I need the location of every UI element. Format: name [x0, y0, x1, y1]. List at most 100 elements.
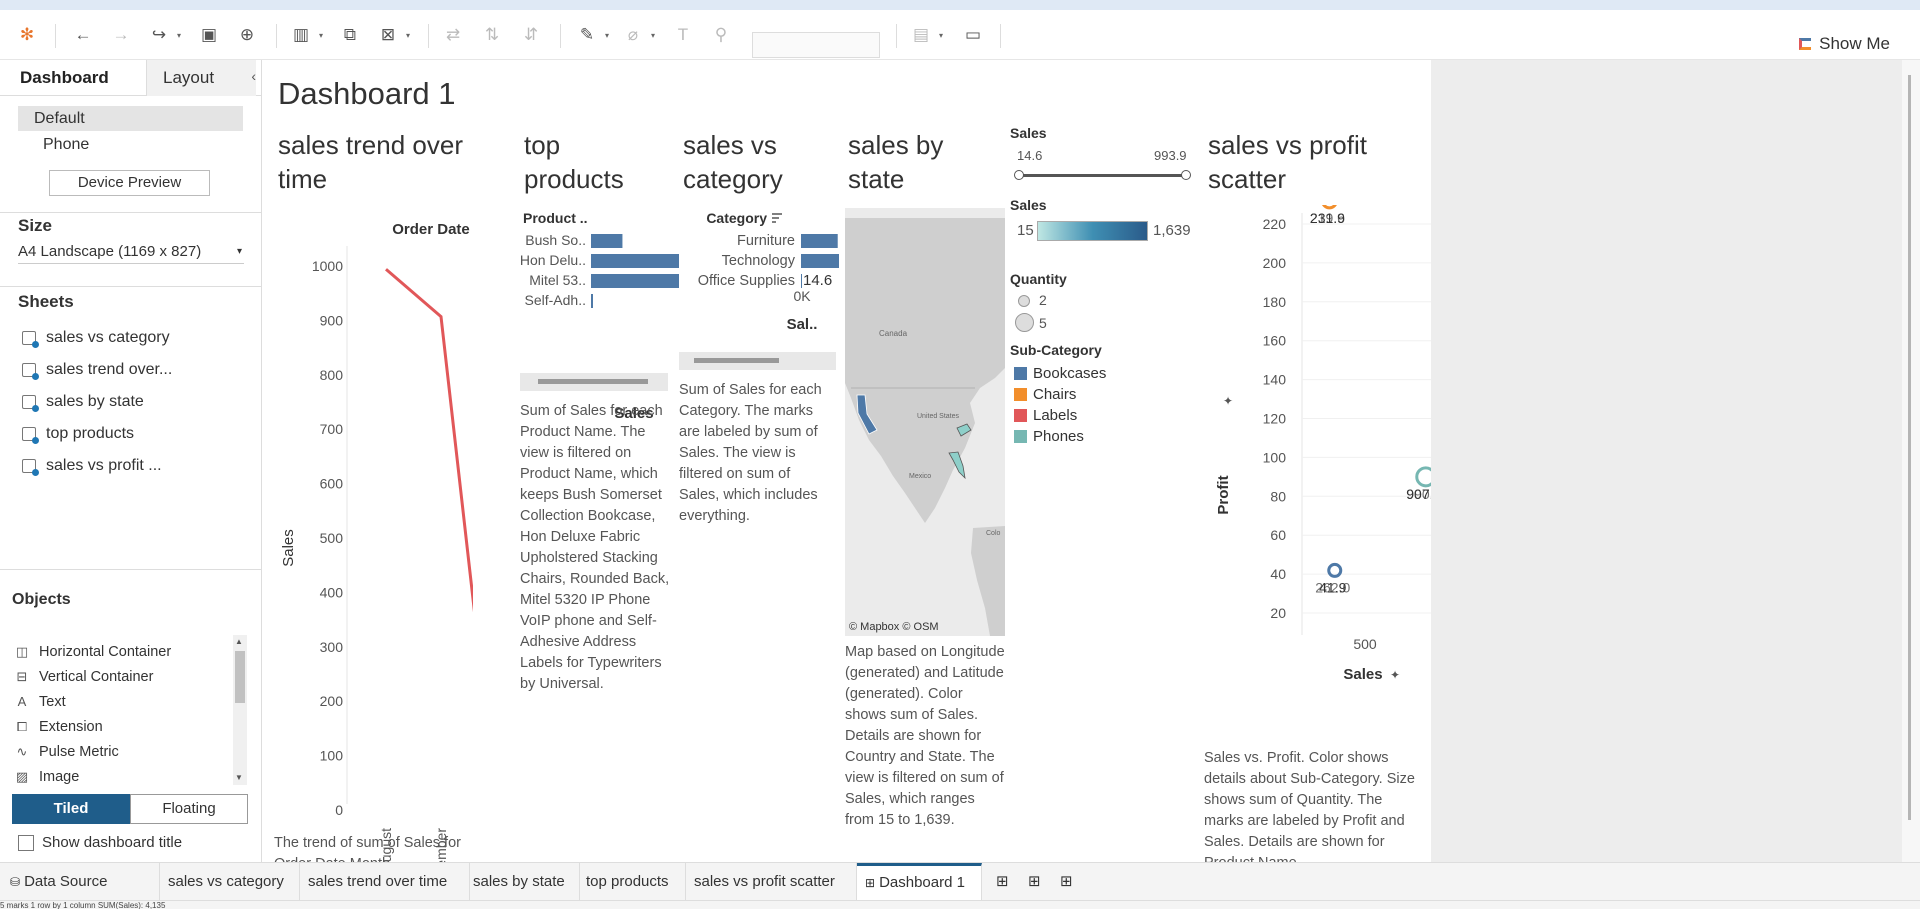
trend-header: Order Date: [392, 221, 470, 238]
top-products-chart[interactable]: Product .. Bush So.. Hon Delu.. Mitel 53..…: [519, 205, 679, 425]
category-scrollbar[interactable]: [679, 352, 836, 370]
tab-layout[interactable]: Layout: [146, 60, 256, 96]
group-members-icon[interactable]: ⌀ ▾: [620, 22, 655, 48]
sort-icon[interactable]: [772, 213, 782, 223]
show-me-button[interactable]: Show Me: [1799, 34, 1890, 54]
data-label: 14.6: [803, 272, 832, 289]
scrollbar-thumb[interactable]: [1908, 75, 1911, 820]
top-products-scrollbar[interactable]: [520, 373, 668, 391]
replay-icon[interactable]: ↪ ▾: [146, 22, 181, 48]
tab-data-source[interactable]: ⛁ Data Source: [0, 863, 160, 901]
tab-dashboard[interactable]: Dashboard: [20, 60, 109, 96]
show-mark-labels-icon[interactable]: T: [670, 22, 696, 48]
highlight-icon[interactable]: ✎ ▾: [574, 22, 609, 48]
collapse-sidebar-icon[interactable]: ‹: [251, 68, 256, 84]
new-dashboard-tab-icon[interactable]: ⊞: [1020, 863, 1050, 901]
bar[interactable]: [801, 254, 839, 268]
new-worksheet-icon[interactable]: ▥ ▾: [288, 22, 323, 48]
slider-handle-max[interactable]: [1181, 170, 1191, 180]
sales-filter-min: 14.6: [1017, 148, 1043, 163]
size-legend-circle-large[interactable]: [1015, 313, 1034, 332]
size-legend-circle-small[interactable]: [1018, 295, 1030, 307]
sheet-item[interactable]: sales by state: [22, 389, 144, 415]
legend-swatch[interactable]: [1014, 409, 1027, 422]
fit-select[interactable]: [752, 32, 880, 58]
undo-icon[interactable]: ←: [70, 22, 96, 48]
device-phone[interactable]: Phone: [18, 132, 243, 157]
tiled-button[interactable]: Tiled: [12, 794, 130, 824]
size-select[interactable]: A4 Landscape (1169 x 827) ▾: [18, 240, 244, 264]
tick-label: 220: [1263, 216, 1287, 232]
sales-range-slider[interactable]: [1019, 174, 1185, 177]
clear-sheet-icon[interactable]: ⊠ ▾: [375, 22, 410, 48]
sheet-item[interactable]: sales trend over...: [22, 357, 172, 383]
sheet-item[interactable]: sales vs category: [22, 325, 170, 351]
scroll-up-icon[interactable]: ▲: [235, 637, 243, 646]
category-header: Category: [706, 210, 767, 226]
fix-axes-icon[interactable]: ⚲: [708, 22, 734, 48]
tick-label: 40: [1270, 566, 1286, 582]
legend-swatch[interactable]: [1014, 367, 1027, 380]
scatter-point[interactable]: [1415, 466, 1431, 488]
tab-sales-vs-category[interactable]: sales vs category: [160, 863, 300, 901]
tab-sales-by-state[interactable]: sales by state: [465, 863, 580, 901]
swap-rows-columns-icon[interactable]: ⇄: [440, 22, 466, 48]
bar[interactable]: [801, 234, 838, 248]
tick-label: 60: [1270, 527, 1286, 543]
sheet-item[interactable]: top products: [22, 421, 134, 447]
floating-button[interactable]: Floating: [130, 794, 248, 824]
device-default[interactable]: Default: [18, 106, 243, 131]
show-cards-icon[interactable]: ▤ ▾: [908, 22, 943, 48]
trend-line[interactable]: [385, 268, 473, 802]
tab-sales-trend[interactable]: sales trend over time: [300, 863, 470, 901]
tab-sales-vs-profit-scatter[interactable]: sales vs profit scatter: [686, 863, 857, 901]
scatter-point[interactable]: [1322, 205, 1337, 210]
sheet-item[interactable]: sales vs profit ...: [22, 453, 162, 479]
sales-vs-profit-scatter[interactable]: Profit 22020018016014012010080604020✦ 23…: [1200, 205, 1431, 725]
pin-icon[interactable]: ✦: [1390, 668, 1400, 682]
object-horizontal-container[interactable]: ◫ Horizontal Container: [14, 641, 171, 663]
object-pulse-metric[interactable]: ∿ Pulse Metric: [14, 741, 119, 763]
legend-swatch[interactable]: [1014, 388, 1027, 401]
new-data-source-icon[interactable]: ⊕: [234, 22, 260, 48]
category-x-label: Sal..: [787, 316, 818, 333]
object-extension[interactable]: ⧠ Extension: [14, 716, 103, 738]
top-products-description: Sum of Sales for each Product Name. The …: [520, 403, 670, 692]
bar[interactable]: [591, 254, 679, 268]
bar[interactable]: [801, 274, 802, 288]
sort-descending-icon[interactable]: ⇵: [518, 22, 544, 48]
object-text[interactable]: A Text: [14, 691, 66, 713]
category-chart[interactable]: Category Furniture Technology Office Suppl…: [679, 205, 839, 355]
bar[interactable]: [591, 274, 679, 288]
sort-ascending-icon[interactable]: ⇅: [479, 22, 505, 48]
object-image[interactable]: ▨ Image: [14, 766, 79, 788]
bar-label: Office Supplies: [698, 273, 795, 289]
show-dashboard-title-checkbox[interactable]: Show dashboard title: [18, 834, 182, 851]
scatter-point[interactable]: [1327, 562, 1343, 578]
slider-handle-min[interactable]: [1014, 170, 1024, 180]
tab-top-products[interactable]: top products: [578, 863, 686, 901]
pulse-metric-icon: ∿: [16, 744, 28, 759]
redo-icon[interactable]: →: [108, 22, 134, 48]
tableau-logo-icon[interactable]: ✻: [14, 22, 40, 48]
checkbox[interactable]: [18, 834, 34, 851]
new-story-tab-icon[interactable]: ⊞: [1052, 863, 1082, 901]
scrollbar-thumb[interactable]: [235, 651, 245, 703]
save-icon[interactable]: ▣: [196, 22, 222, 48]
scroll-down-icon[interactable]: ▼: [235, 773, 243, 782]
sales-trend-chart[interactable]: Order Date Sales 10009008007006005004003…: [263, 210, 473, 862]
sales-color-ramp[interactable]: [1037, 221, 1148, 241]
presentation-mode-icon[interactable]: ▭: [960, 22, 986, 48]
duplicate-sheet-icon[interactable]: ⧉: [337, 22, 363, 48]
bar[interactable]: [591, 294, 593, 308]
bar[interactable]: [591, 234, 623, 248]
pin-icon[interactable]: ✦: [1223, 394, 1233, 408]
canvas-scrollbar[interactable]: [1902, 60, 1920, 862]
tab-dashboard-1[interactable]: ⊞ Dashboard 1: [857, 863, 982, 901]
device-preview-button[interactable]: Device Preview: [49, 170, 210, 196]
object-vertical-container[interactable]: ⊟ Vertical Container: [14, 666, 154, 688]
new-worksheet-tab-icon[interactable]: ⊞: [988, 863, 1018, 901]
sales-by-state-map[interactable]: Canada United States Mexico Colo © Mapbo…: [845, 208, 1005, 636]
legend-swatch[interactable]: [1014, 430, 1027, 443]
objects-scrollbar[interactable]: ▲ ▼: [233, 635, 247, 785]
